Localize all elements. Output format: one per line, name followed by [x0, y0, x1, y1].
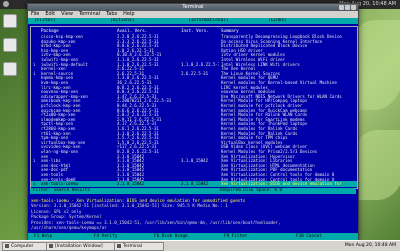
- status-flag: i: [33, 181, 36, 187]
- minimize-icon[interactable]: [339, 5, 344, 10]
- bottom-taskbar: Computer [Installation Window] Terminal …: [0, 240, 400, 251]
- home-folder-icon[interactable]: [3, 38, 17, 52]
- fn-key-f9[interactable]: F9 Filter: [224, 233, 247, 240]
- col-inst: Inst. Vers.: [181, 28, 209, 33]
- package-row[interactable]: i xen-tools-ioemu 3.1.0_15042 3.1.0_15042 Xe…: [31, 181, 357, 187]
- package-info-panel: xen-tools-ioemu - Xen Virtualization: BI…: [31, 198, 353, 230]
- task-label: [Installation Window]: [55, 244, 103, 249]
- fn-key-f6[interactable]: F6 Disk Usage: [154, 233, 188, 240]
- window-titlebar[interactable]: Terminal: [28, 4, 358, 11]
- taskbar-clock[interactable]: Mon Aug 20, 10:48 AM: [345, 241, 396, 250]
- package-name: xen-tools-ioemu: [41, 181, 78, 187]
- terminal-window[interactable]: Terminal File Edit View Terminal Tabs Help [F…: [27, 3, 359, 242]
- yast-terminal[interactable]: [Filter] [Actions] [Informational] [Links] …: [28, 18, 358, 241]
- window-title: Terminal: [182, 4, 204, 10]
- col-avail: Avail. Vers.: [117, 28, 148, 33]
- disk-space-label: Required Disk Space: 0 B: [220, 188, 283, 193]
- window-icon: [49, 243, 53, 248]
- terminal-menu-terminal[interactable]: Terminal: [79, 11, 100, 17]
- avail-version: 3.1.0_15042: [117, 181, 145, 187]
- function-key-bar: F1 Help F4 Verify F6 Disk Usage F9 Filter F1…: [28, 233, 358, 240]
- col-package: Package: [41, 28, 59, 33]
- action-menu-informational[interactable]: [Informational]: [188, 18, 229, 24]
- filter-label: Filter: Search Results: [33, 188, 90, 193]
- fn-key-f1[interactable]: F1 Help: [34, 233, 52, 240]
- action-menu-bar: [Filter] [Actions] [Informational] [Links]: [28, 18, 358, 24]
- task-label: Terminal: [123, 244, 143, 249]
- computer-icon[interactable]: [3, 14, 17, 28]
- terminal-menu-help[interactable]: Help: [123, 11, 134, 17]
- maximize-icon[interactable]: [345, 5, 350, 10]
- terminal-menu-file[interactable]: File: [31, 11, 39, 17]
- action-menu-filter[interactable]: [Filter]: [34, 18, 56, 24]
- action-menu-actions[interactable]: [Actions]: [110, 18, 134, 24]
- terminal-menu-tabs[interactable]: Tabs: [106, 11, 117, 17]
- window-controls: [338, 5, 356, 13]
- filter-status-bar: Filter: Search Results Required Disk Spa…: [30, 188, 356, 194]
- inst-version: 3.1.0_15042: [181, 181, 209, 187]
- desktop-icons: [3, 14, 17, 86]
- terminal-menubar: File Edit View Terminal Tabs Help: [28, 11, 358, 18]
- package-summary: Xen Virtualization: BIOS and device emul…: [221, 181, 342, 187]
- action-menu-links[interactable]: [Links]: [268, 18, 287, 24]
- menu-icon[interactable]: [3, 1, 9, 7]
- computer-icon: [5, 243, 9, 248]
- terminal-icon: [117, 243, 121, 248]
- col-summary: Summary: [221, 28, 239, 33]
- info-line: /usr/share/xen/qemu/keymaps/ar: [31, 225, 107, 231]
- package-list[interactable]: Package Avail. Vers. Inst. Vers. Summary…: [30, 26, 358, 189]
- trash-icon[interactable]: [3, 62, 17, 76]
- close-icon[interactable]: [351, 5, 356, 10]
- fn-key-f10[interactable]: F10 Cancel: [296, 233, 322, 240]
- start-label: Computer: [11, 244, 34, 249]
- fn-key-f4[interactable]: F4 Verify: [94, 233, 117, 240]
- terminal-menu-view[interactable]: View: [61, 11, 73, 17]
- terminal-menu-edit[interactable]: Edit: [45, 11, 55, 17]
